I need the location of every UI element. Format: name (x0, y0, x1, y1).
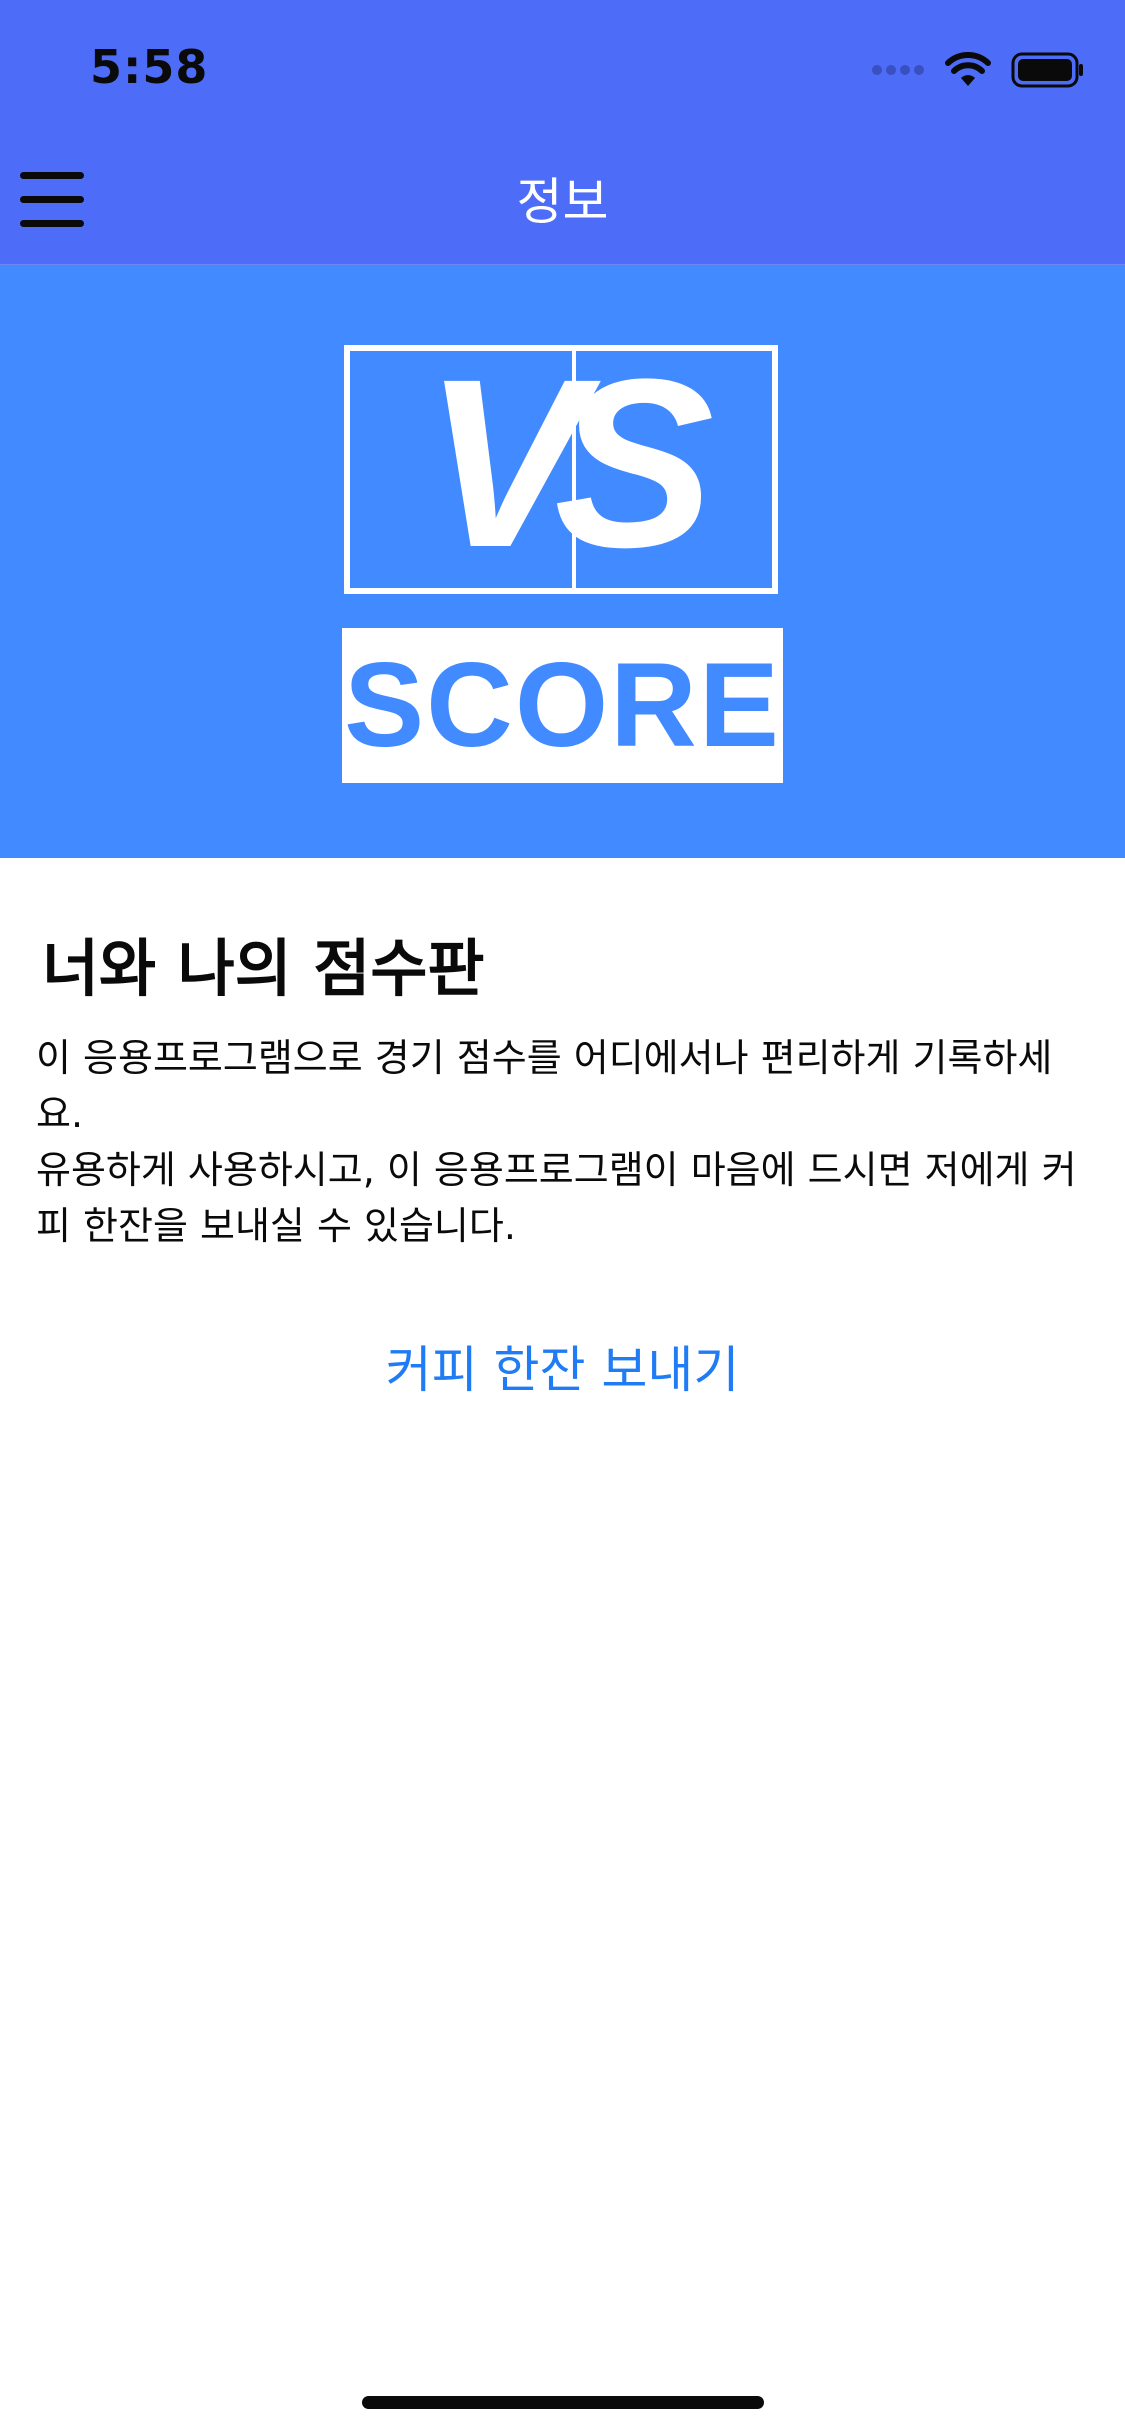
status-bar: 5:58 (0, 0, 1125, 132)
description-paragraph-2: 유용하게 사용하시고, 이 응용프로그램이 마음에 드시면 저에게 커피 한잔을… (36, 1148, 1077, 1248)
nav-bar: 정보 (0, 132, 1125, 265)
hero-banner: VS SCORE (0, 265, 1125, 858)
home-indicator (362, 2396, 764, 2409)
send-coffee-button[interactable]: 커피 한잔 보내기 (0, 1330, 1125, 1402)
status-icons (871, 48, 1085, 92)
content-title: 너와 나의 점수판 (42, 932, 485, 1005)
description-paragraph-1: 이 응용프로그램으로 경기 점수를 어디에서나 편리하게 기록하세요. (36, 1036, 1053, 1136)
wifi-icon (945, 52, 991, 86)
score-logo-box: SCORE (342, 628, 783, 783)
vs-logo: VS (344, 329, 778, 597)
logo-vs-text: VS (424, 329, 714, 597)
content-body: 이 응용프로그램으로 경기 점수를 어디에서나 편리하게 기록하세요. 유용하게… (36, 1030, 1096, 1254)
status-time: 5:58 (90, 40, 209, 94)
logo-score-text: SCORE (344, 638, 781, 772)
signal-dots-icon (872, 65, 924, 75)
battery-icon (1011, 52, 1083, 88)
page-title: 정보 (516, 173, 609, 231)
